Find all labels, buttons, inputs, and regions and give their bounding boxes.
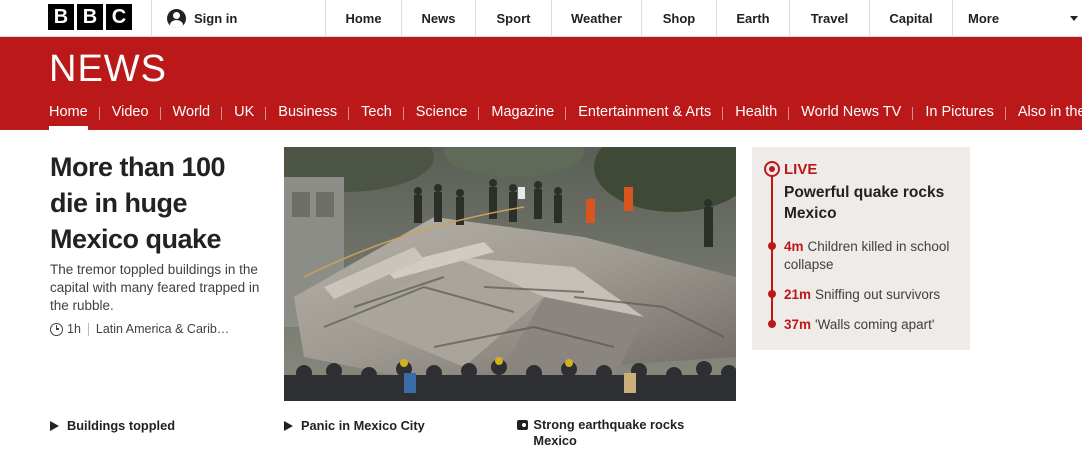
live-indicator-icon — [764, 161, 780, 177]
live-entry-text: Children killed in school collapse — [784, 239, 950, 272]
global-nav-bar: B B C Sign in Home News Sport Weather Shop Ea… — [0, 0, 1082, 37]
news-title[interactable]: NEWS — [49, 48, 167, 91]
related-link-buildings-toppled[interactable]: Buildings toppled — [50, 418, 175, 434]
live-entry[interactable]: 4m Children killed in school collapse — [784, 238, 964, 274]
timeline-dot-icon — [768, 320, 776, 328]
sign-in-link[interactable]: Sign in — [151, 0, 326, 36]
live-entry-text: 'Walls coming apart' — [815, 317, 935, 332]
related-link-label: Strong earthquake rocks Mexico — [533, 417, 685, 448]
subnav-uk[interactable]: UK — [222, 99, 267, 130]
main-story-meta: 1h Latin America & Carib… — [50, 322, 229, 336]
live-entry-time: 4m — [784, 239, 804, 254]
live-coverage-panel[interactable]: LIVE Powerful quake rocks Mexico 4m Child… — [752, 147, 970, 350]
play-icon — [284, 420, 293, 431]
timeline-dot-icon — [768, 290, 776, 298]
global-nav: Home News Sport Weather Shop Earth Travel Capit… — [326, 0, 1082, 36]
subnav-entertainment-arts[interactable]: Entertainment & Arts — [566, 99, 724, 130]
global-nav-home[interactable]: Home — [326, 0, 402, 36]
global-nav-more[interactable]: More — [953, 0, 1082, 36]
play-icon — [50, 420, 59, 431]
subnav-world-news-tv[interactable]: World News TV — [789, 99, 914, 130]
bbc-logo[interactable]: B B C — [48, 4, 132, 30]
main-story-headline[interactable]: More than 100 die in huge Mexico quake — [50, 149, 265, 257]
subnav-also-in-the-n[interactable]: Also in the N — [1006, 99, 1082, 130]
related-link-label: Buildings toppled — [67, 418, 176, 433]
subnav-video[interactable]: Video — [100, 99, 161, 130]
camera-icon — [517, 420, 529, 430]
global-nav-travel[interactable]: Travel — [790, 0, 870, 36]
live-entry[interactable]: 21m Sniffing out survivors — [784, 286, 964, 304]
story-time: 1h — [67, 322, 81, 336]
timeline-dot-icon — [768, 242, 776, 250]
global-nav-news[interactable]: News — [402, 0, 476, 36]
related-link-label: Panic in Mexico City — [301, 418, 425, 433]
global-nav-capital[interactable]: Capital — [870, 0, 953, 36]
logo-letter-c: C — [106, 4, 132, 30]
logo-letter-b1: B — [48, 4, 74, 30]
related-link-gallery[interactable]: Strong earthquake rocks Mexico — [517, 417, 707, 449]
subnav-magazine[interactable]: Magazine — [479, 99, 567, 130]
subnav-in-pictures[interactable]: In Pictures — [913, 99, 1006, 130]
global-nav-weather[interactable]: Weather — [552, 0, 642, 36]
story-section-link[interactable]: Latin America & Carib… — [96, 322, 229, 336]
global-nav-sport[interactable]: Sport — [476, 0, 552, 36]
live-entry[interactable]: 37m 'Walls coming apart' — [784, 316, 964, 334]
main-story-summary: The tremor toppled buildings in the capi… — [50, 262, 260, 313]
user-icon — [167, 8, 186, 28]
news-subnav: Home Video World UK Business Tech Science Magaz… — [37, 99, 1082, 130]
subnav-business[interactable]: Business — [266, 99, 349, 130]
logo-letter-b2: B — [77, 4, 103, 30]
global-nav-shop[interactable]: Shop — [642, 0, 717, 36]
live-entry-time: 37m — [784, 317, 812, 332]
live-title[interactable]: Powerful quake rocks Mexico — [784, 182, 964, 224]
subnav-home[interactable]: Home — [37, 99, 100, 130]
related-link-panic[interactable]: Panic in Mexico City — [284, 418, 425, 434]
hero-image-earthquake-rubble[interactable] — [284, 147, 736, 401]
hero-illustration — [284, 147, 736, 401]
sign-in-label: Sign in — [194, 10, 238, 26]
news-header: NEWS Home Video World UK Business Tech Science… — [0, 37, 1082, 130]
subnav-tech[interactable]: Tech — [349, 99, 404, 130]
live-entry-text: Sniffing out survivors — [815, 287, 941, 302]
chevron-down-icon — [1070, 16, 1078, 21]
live-entry-time: 21m — [784, 287, 812, 302]
meta-divider — [87, 322, 89, 336]
more-label: More — [968, 10, 1000, 26]
subnav-world[interactable]: World — [161, 99, 223, 130]
live-label: LIVE — [784, 161, 818, 178]
subnav-health[interactable]: Health — [723, 99, 790, 130]
subnav-science[interactable]: Science — [404, 99, 480, 130]
global-nav-earth[interactable]: Earth — [717, 0, 790, 36]
clock-icon — [50, 322, 63, 336]
